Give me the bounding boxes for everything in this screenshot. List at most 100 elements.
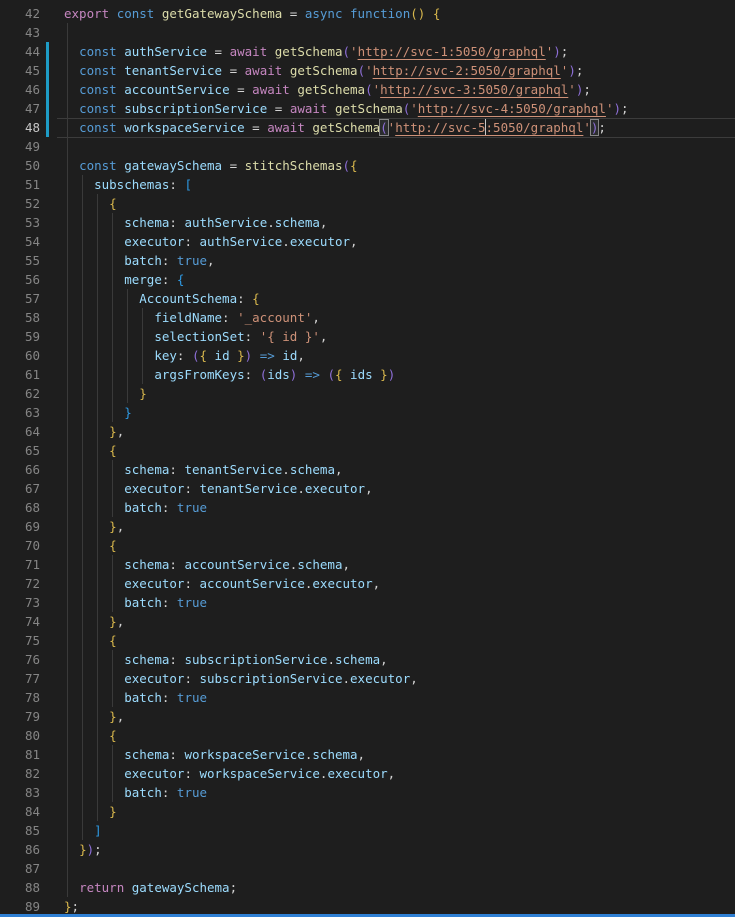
url-link[interactable]: http://svc-1:5050/graphql [358, 44, 546, 59]
code-line[interactable]: 50 const gatewaySchema = stitchSchemas({ [0, 156, 735, 175]
code-line[interactable]: 86 }); [0, 840, 735, 859]
line-number[interactable]: 74 [0, 612, 40, 631]
git-modified-indicator[interactable] [46, 118, 49, 137]
code-line[interactable]: 81 schema: workspaceService.schema, [0, 745, 735, 764]
code-line[interactable]: 44 const authService = await getSchema('… [0, 42, 735, 61]
line-number[interactable]: 50 [0, 156, 40, 175]
line-number[interactable]: 69 [0, 517, 40, 536]
line-number[interactable]: 83 [0, 783, 40, 802]
line-number[interactable]: 53 [0, 213, 40, 232]
line-number[interactable]: 76 [0, 650, 40, 669]
code-line[interactable]: 85 ] [0, 821, 735, 840]
code-line[interactable]: 45 const tenantService = await getSchema… [0, 61, 735, 80]
line-number[interactable]: 43 [0, 23, 40, 42]
url-link[interactable]: :5050/graphql [486, 120, 584, 135]
code-line[interactable]: 61 argsFromKeys: (ids) => ({ ids }) [0, 365, 735, 384]
code-line[interactable]: 73 batch: true [0, 593, 735, 612]
code-line[interactable]: 84 } [0, 802, 735, 821]
git-modified-indicator[interactable] [46, 42, 49, 61]
line-number[interactable]: 64 [0, 422, 40, 441]
line-number[interactable]: 70 [0, 536, 40, 555]
code-line[interactable]: 88 return gatewaySchema; [0, 878, 735, 897]
code-line[interactable]: 43 [0, 23, 735, 42]
code-line[interactable]: 62 } [0, 384, 735, 403]
code-line[interactable]: 55 batch: true, [0, 251, 735, 270]
code-line[interactable]: 75 { [0, 631, 735, 650]
line-number[interactable]: 72 [0, 574, 40, 593]
code-line[interactable]: 78 batch: true [0, 688, 735, 707]
line-number[interactable]: 51 [0, 175, 40, 194]
code-line[interactable]: 63 } [0, 403, 735, 422]
code-line[interactable]: 59 selectionSet: '{ id }', [0, 327, 735, 346]
code-line[interactable]: 60 key: ({ id }) => id, [0, 346, 735, 365]
line-number[interactable]: 61 [0, 365, 40, 384]
code-line[interactable]: 79 }, [0, 707, 735, 726]
line-number[interactable]: 60 [0, 346, 40, 365]
line-number[interactable]: 86 [0, 840, 40, 859]
line-number[interactable]: 48 [0, 118, 40, 137]
code-line[interactable]: 54 executor: authService.executor, [0, 232, 735, 251]
code-line[interactable]: 68 batch: true [0, 498, 735, 517]
url-link[interactable]: http://svc-4:5050/graphql [418, 101, 606, 116]
line-number[interactable]: 84 [0, 802, 40, 821]
line-number[interactable]: 45 [0, 61, 40, 80]
line-number[interactable]: 67 [0, 479, 40, 498]
line-number[interactable]: 44 [0, 42, 40, 61]
line-number[interactable]: 81 [0, 745, 40, 764]
code-line[interactable]: 76 schema: subscriptionService.schema, [0, 650, 735, 669]
code-line[interactable]: 71 schema: accountService.schema, [0, 555, 735, 574]
code-line[interactable]: 47 const subscriptionService = await get… [0, 99, 735, 118]
url-link[interactable]: http://svc-3:5050/graphql [380, 82, 568, 97]
line-number[interactable]: 62 [0, 384, 40, 403]
line-number[interactable]: 68 [0, 498, 40, 517]
code-line[interactable]: 53 schema: authService.schema, [0, 213, 735, 232]
line-number[interactable]: 49 [0, 137, 40, 156]
code-line[interactable]: 52 { [0, 194, 735, 213]
line-number[interactable]: 75 [0, 631, 40, 650]
git-modified-indicator[interactable] [46, 61, 49, 80]
line-number[interactable]: 78 [0, 688, 40, 707]
code-line[interactable]: 65 { [0, 441, 735, 460]
line-number[interactable]: 55 [0, 251, 40, 270]
line-number[interactable]: 73 [0, 593, 40, 612]
line-number[interactable]: 77 [0, 669, 40, 688]
line-number[interactable]: 59 [0, 327, 40, 346]
line-number[interactable]: 42 [0, 4, 40, 23]
git-modified-indicator[interactable] [46, 99, 49, 118]
line-number[interactable]: 58 [0, 308, 40, 327]
line-number[interactable]: 52 [0, 194, 40, 213]
line-number[interactable]: 88 [0, 878, 40, 897]
code-editor[interactable]: 42export const getGatewaySchema = async … [0, 0, 735, 917]
line-number[interactable]: 47 [0, 99, 40, 118]
code-line[interactable]: 56 merge: { [0, 270, 735, 289]
code-line[interactable]: 51 subschemas: [ [0, 175, 735, 194]
code-line[interactable]: 74 }, [0, 612, 735, 631]
git-modified-indicator[interactable] [46, 80, 49, 99]
url-link[interactable]: http://svc-5 [395, 120, 485, 135]
line-number[interactable]: 71 [0, 555, 40, 574]
code-line[interactable]: 77 executor: subscriptionService.executo… [0, 669, 735, 688]
code-line[interactable]: 49 [0, 137, 735, 156]
code-line[interactable]: 67 executor: tenantService.executor, [0, 479, 735, 498]
code-line[interactable]: 46 const accountService = await getSchem… [0, 80, 735, 99]
line-number[interactable]: 66 [0, 460, 40, 479]
line-number[interactable]: 63 [0, 403, 40, 422]
code-line[interactable]: 66 schema: tenantService.schema, [0, 460, 735, 479]
line-number[interactable]: 79 [0, 707, 40, 726]
code-line[interactable]: 42export const getGatewaySchema = async … [0, 4, 735, 23]
code-line[interactable]: 64 }, [0, 422, 735, 441]
code-line[interactable]: 82 executor: workspaceService.executor, [0, 764, 735, 783]
line-number[interactable]: 87 [0, 859, 40, 878]
line-number[interactable]: 57 [0, 289, 40, 308]
line-number[interactable]: 80 [0, 726, 40, 745]
code-line[interactable]: 87 [0, 859, 735, 878]
code-line[interactable]: 70 { [0, 536, 735, 555]
code-line[interactable]: 57 AccountSchema: { [0, 289, 735, 308]
line-number[interactable]: 65 [0, 441, 40, 460]
line-number[interactable]: 82 [0, 764, 40, 783]
code-line[interactable]: 80 { [0, 726, 735, 745]
code-line[interactable]: 72 executor: accountService.executor, [0, 574, 735, 593]
line-number[interactable]: 56 [0, 270, 40, 289]
code-line[interactable]: 48 const workspaceService = await getSch… [0, 118, 735, 137]
line-number[interactable]: 54 [0, 232, 40, 251]
